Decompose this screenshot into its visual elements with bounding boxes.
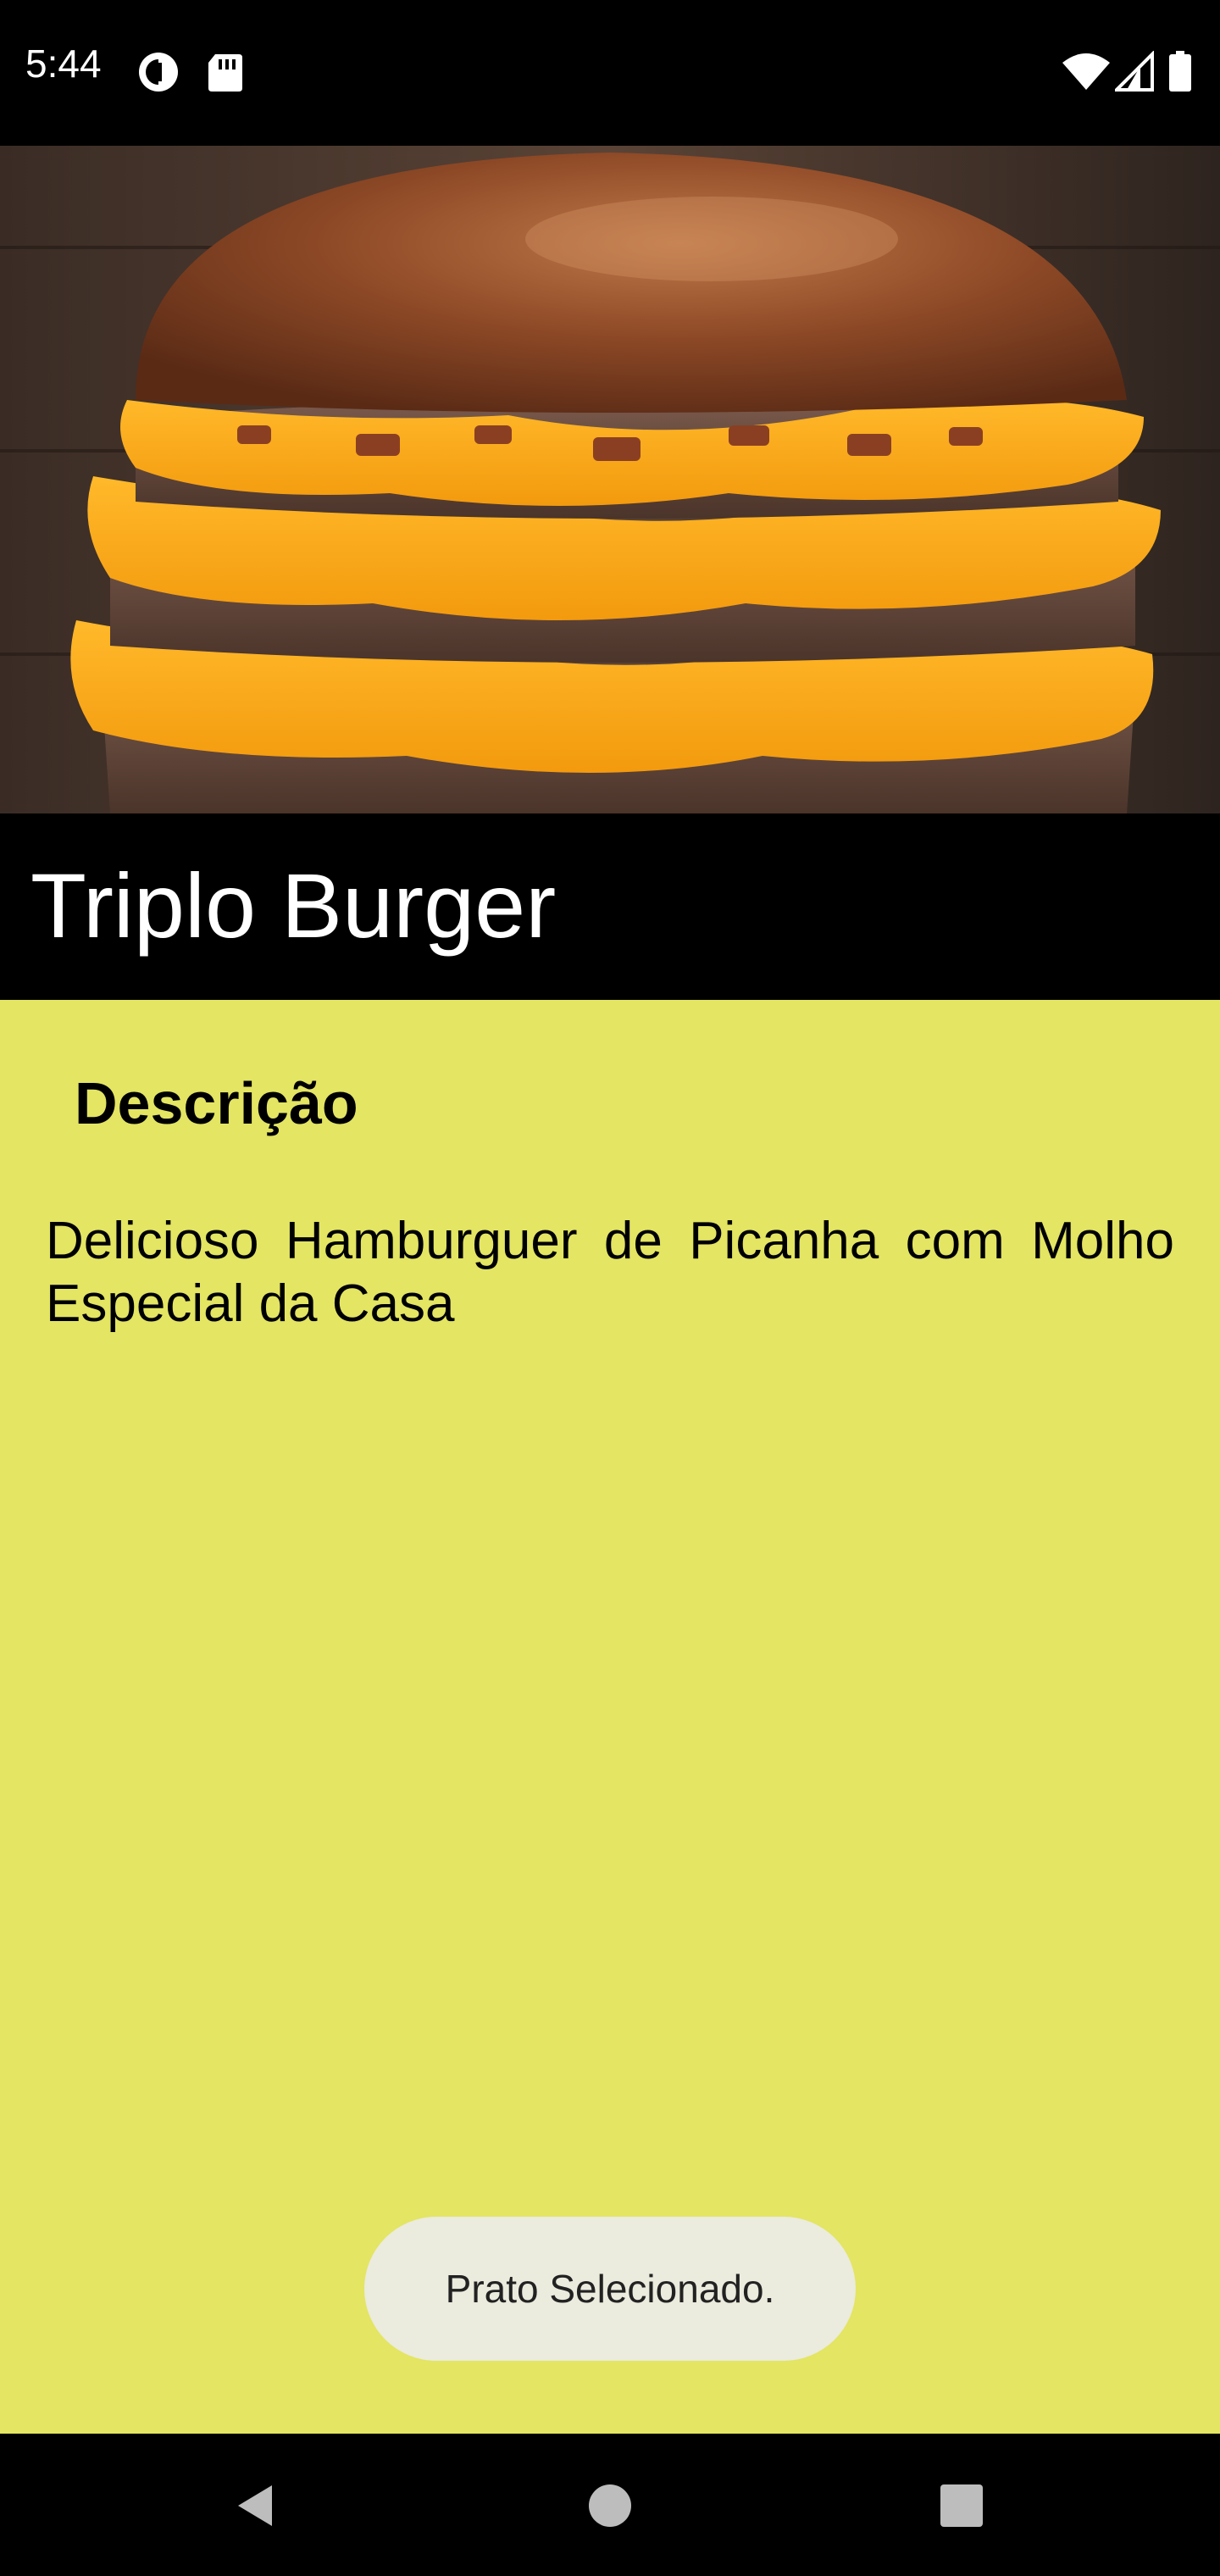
dish-image bbox=[0, 146, 1220, 813]
burger-photo bbox=[0, 146, 1220, 813]
recents-icon[interactable] bbox=[923, 2468, 1000, 2544]
wifi-icon bbox=[1061, 51, 1112, 93]
toast: Prato Selecionado. bbox=[364, 2217, 856, 2361]
dish-title: Triplo Burger bbox=[30, 854, 557, 957]
cell-signal-icon bbox=[1112, 50, 1157, 93]
dish-description: Delicioso Hamburguer de Picanha com Molh… bbox=[46, 1212, 1174, 1333]
section-heading: Descrição bbox=[75, 1070, 358, 1136]
dish-detail-screen: 5:44 Triplo Burger Descrição Delicioso H… bbox=[0, 0, 1220, 2576]
at-sign-icon bbox=[137, 51, 180, 93]
navigation-bar bbox=[0, 2434, 1220, 2576]
status-bar: 5:44 bbox=[0, 0, 1220, 146]
home-icon[interactable] bbox=[572, 2468, 648, 2544]
battery-icon bbox=[1167, 51, 1198, 93]
back-icon[interactable] bbox=[217, 2468, 293, 2544]
status-time: 5:44 bbox=[25, 42, 102, 86]
sd-card-icon bbox=[207, 51, 249, 93]
toast-message: Prato Selecionado. bbox=[445, 2267, 775, 2311]
